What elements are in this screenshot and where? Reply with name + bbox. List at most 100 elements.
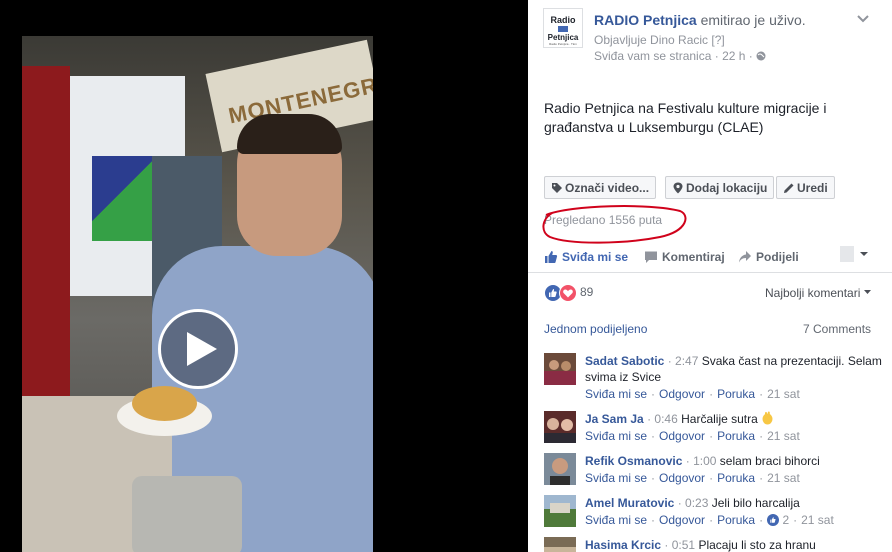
reaction-count[interactable]: 89 — [580, 285, 593, 299]
comment-text: Harčalije sutra — [681, 412, 758, 426]
share-label: Podijeli — [756, 250, 799, 264]
comment-author[interactable]: Refik Osmanovic — [585, 454, 682, 468]
globe-icon — [756, 51, 766, 61]
comment-message-link[interactable]: Poruka — [717, 513, 755, 527]
liked-page-text: Sviđa vam se stranica — [594, 49, 712, 63]
comment-like-count[interactable]: 2 — [767, 513, 789, 527]
sort-comments-label: Najbolji komentari — [765, 286, 861, 300]
comment-time: 2:47 — [675, 354, 699, 368]
comment-bubble-icon — [645, 251, 657, 263]
add-location-button[interactable]: Dodaj lokaciju — [665, 176, 775, 199]
flag-emblem-decoration — [92, 156, 152, 241]
play-icon — [187, 332, 217, 366]
comment-reply-link[interactable]: Odgovor — [659, 513, 705, 527]
comment-text: Placaju li sto za hranu — [698, 538, 816, 552]
commenter-avatar[interactable] — [544, 453, 576, 485]
page-name-link[interactable]: RADIO Petnjica — [594, 12, 697, 28]
like-label: Sviđa mi se — [562, 250, 629, 264]
commenter-avatar[interactable] — [544, 495, 576, 527]
comment-actions: Sviđa mi se · Odgovor · Poruka · 21 sat — [585, 471, 800, 485]
avatar-line1: Radio — [550, 15, 576, 25]
post-text: Radio Petnjica na Festivalu kulture migr… — [544, 100, 827, 135]
chevron-down-icon[interactable] — [855, 12, 871, 26]
pie-decoration — [132, 386, 197, 421]
sort-comments-dropdown[interactable]: Najbolji komentari — [765, 286, 871, 300]
commenter-avatar[interactable] — [544, 411, 576, 443]
commenter-avatar[interactable] — [544, 353, 576, 385]
like-reaction-icon — [767, 514, 780, 526]
comment-time: 0:51 — [671, 538, 696, 552]
comment-age[interactable]: 21 sat — [801, 513, 834, 527]
comment-body: Sadat Sabotic · 2:47 Svaka čast na preze… — [585, 353, 885, 385]
share-arrow-icon — [739, 251, 751, 263]
edit-label: Uredi — [797, 181, 828, 195]
share-as-avatar[interactable] — [840, 246, 854, 262]
comment-author[interactable]: Ja Sam Ja — [585, 412, 644, 426]
comment-age[interactable]: 21 sat — [767, 471, 800, 485]
pencil-icon — [784, 183, 794, 193]
comment-time: 0:46 — [654, 412, 678, 426]
comment-message-link[interactable]: Poruka — [717, 471, 755, 485]
comment-body: Hasima Krcic · 0:51 Placaju li sto za hr… — [585, 537, 885, 552]
meta-dot: · — [748, 49, 753, 63]
red-circle-annotation — [542, 205, 687, 244]
published-by: Objavljuje Dino Racic [?] — [594, 33, 725, 47]
add-location-label: Dodaj lokaciju — [686, 181, 768, 195]
comment-reply-link[interactable]: Odgovor — [659, 471, 705, 485]
edit-button[interactable]: Uredi — [776, 176, 835, 199]
video-frame[interactable]: MONTENEGRO — [22, 36, 373, 552]
shares-link[interactable]: Jednom podijeljeno — [544, 322, 647, 336]
radio-icon — [558, 26, 568, 32]
header-action-text: emitirao je uživo. — [700, 12, 806, 28]
comment-body: Ja Sam Ja · 0:46 Harčalije sutra — [585, 411, 885, 427]
tag-video-label: Označi video... — [565, 181, 650, 195]
play-button[interactable] — [158, 309, 238, 389]
comment-video-time[interactable]: · 0:23 — [678, 496, 709, 510]
comment-author[interactable]: Sadat Sabotic — [585, 354, 664, 368]
comment-age[interactable]: 21 sat — [767, 429, 800, 443]
comment-reply-link[interactable]: Odgovor — [659, 429, 705, 443]
comment-button[interactable]: Komentiraj — [644, 250, 725, 264]
avatar-line2: Petnjica — [547, 33, 579, 42]
like-button[interactable]: Sviđa mi se — [544, 250, 628, 264]
comment-actions: Sviđa mi se · Odgovor · Poruka · 21 sat — [585, 429, 800, 443]
waving-hand-icon — [762, 411, 773, 425]
caret-down-icon[interactable] — [859, 250, 869, 258]
share-button[interactable]: Podijeli — [738, 250, 799, 264]
video-player[interactable]: MONTENEGRO — [0, 0, 528, 552]
comment-video-time[interactable]: · 1:00 — [686, 454, 717, 468]
comment-message-link[interactable]: Poruka — [717, 429, 755, 443]
post-side-panel: Radio Petnjica Radio Petnjica · Tkm RADI… — [528, 0, 892, 552]
tag-icon — [552, 183, 562, 193]
thumbs-up-icon — [545, 251, 558, 263]
page-avatar[interactable]: Radio Petnjica Radio Petnjica · Tkm — [543, 8, 583, 48]
comment-video-time[interactable]: · 0:51 — [664, 538, 695, 552]
comment-author[interactable]: Hasima Krcic — [585, 538, 661, 552]
comment-video-time[interactable]: · 0:46 — [647, 412, 678, 426]
comment-video-time[interactable]: · 2:47 — [668, 354, 699, 368]
tag-video-button[interactable]: Označi video... — [544, 176, 657, 199]
time-ago-link[interactable]: 22 h — [722, 49, 745, 63]
flag-red-decoration — [22, 66, 70, 396]
post-header: RADIO Petnjica emitirao je uživo. — [594, 11, 864, 29]
comment-time: 0:23 — [685, 496, 709, 510]
comment-count[interactable]: 7 Comments — [803, 322, 871, 336]
person-hair — [237, 114, 342, 154]
comment-like-link[interactable]: Sviđa mi se — [585, 471, 647, 485]
commenter-avatar[interactable] — [544, 537, 576, 552]
pot-decoration — [132, 476, 242, 552]
caret-down-icon — [863, 290, 871, 294]
comment-author[interactable]: Amel Muratovic — [585, 496, 674, 510]
comment-age[interactable]: 21 sat — [767, 387, 800, 401]
comment-message-link[interactable]: Poruka — [717, 387, 755, 401]
avatar-tagline: Radio Petnjica · Tkm — [549, 42, 577, 46]
comment-like-link[interactable]: Sviđa mi se — [585, 513, 647, 527]
post-meta: Sviđa vam se stranica · 22 h · — [594, 48, 766, 64]
comment-reply-link[interactable]: Odgovor — [659, 387, 705, 401]
comment-text: selam braci bihorci — [719, 454, 820, 468]
comment-like-link[interactable]: Sviđa mi se — [585, 429, 647, 443]
comment-actions: Sviđa mi se · Odgovor · Poruka · 21 sat — [585, 387, 800, 401]
comment-like-link[interactable]: Sviđa mi se — [585, 387, 647, 401]
comment-time: 1:00 — [693, 454, 717, 468]
comment-body: Amel Muratovic · 0:23 Jeli bilo harcalij… — [585, 495, 885, 511]
